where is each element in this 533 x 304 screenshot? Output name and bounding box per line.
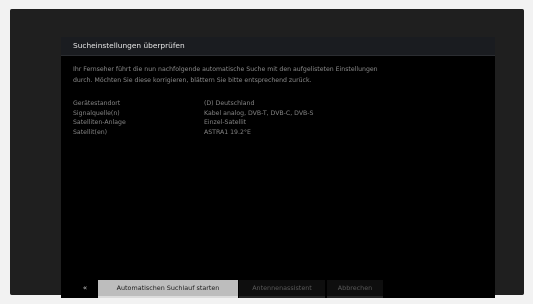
start-auto-search-button[interactable]: Automatischen Suchlauf starten <box>98 280 238 298</box>
tv-screen: Sucheinstellungen überprüfen Ihr Fernseh… <box>10 9 524 298</box>
setting-label: Signalquelle(n) <box>73 109 120 117</box>
setting-label: Satelliten-Anlage <box>73 119 126 126</box>
setting-label: Gerätestandort <box>73 100 121 107</box>
antenna-assistant-button[interactable]: Antennenassistent <box>239 280 325 298</box>
setting-label: Satellit(en) <box>73 128 108 136</box>
setting-value: Kabel analog, DVB-T, DVB-C, DVB-S <box>204 109 314 117</box>
dialog-footer: « Automatischen Suchlauf starten Antenne… <box>61 277 495 298</box>
double-chevron-left-icon[interactable]: « <box>75 280 95 296</box>
dialog-intro-text: Ihr Fernseher führt die nun nachfolgende… <box>73 64 488 86</box>
intro-line-2: durch. Möchten Sie diese korrigieren, bl… <box>73 77 312 84</box>
setting-value: Einzel-Satellit <box>204 119 247 126</box>
cancel-button[interactable]: Abbrechen <box>327 280 383 298</box>
setting-value: ASTRA1 19.2°E <box>204 128 251 136</box>
search-settings-dialog: Sucheinstellungen überprüfen Ihr Fernseh… <box>61 37 495 298</box>
setting-value: (D) Deutschland <box>204 100 255 107</box>
dialog-header: Sucheinstellungen überprüfen <box>61 37 495 56</box>
intro-line-1: Ihr Fernseher führt die nun nachfolgende… <box>73 66 378 73</box>
dialog-title: Sucheinstellungen überprüfen <box>73 41 185 50</box>
